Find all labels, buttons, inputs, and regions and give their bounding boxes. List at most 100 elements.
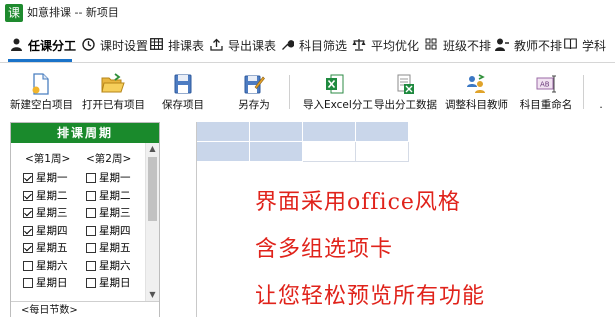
balance-icon — [352, 38, 366, 52]
day-checkbox[interactable]: 星期四 — [23, 224, 68, 238]
export-assignment-label: 导出分工数据 — [374, 99, 437, 111]
tab-average-optimize[interactable]: 平均优化 — [352, 33, 419, 57]
tab-export-timetable[interactable]: 导出课表 — [209, 33, 276, 57]
promo-line-3: 让您轻松预览所有功能 — [255, 284, 486, 309]
day-checkbox[interactable]: 星期五 — [86, 241, 131, 255]
day-checkbox[interactable]: 星期五 — [23, 241, 68, 255]
checkbox-unchecked-icon[interactable] — [86, 260, 96, 271]
new-blank-project-button[interactable]: 新建空白项目 — [10, 73, 73, 112]
day-checkbox[interactable]: 星期六 — [23, 259, 68, 273]
day-label: 星期二 — [36, 189, 68, 202]
checkbox-unchecked-icon[interactable] — [23, 260, 33, 271]
checkbox-unchecked-icon[interactable] — [86, 225, 96, 236]
grid-cell[interactable] — [356, 142, 409, 162]
rename-subject-button[interactable]: AB 科目重命名 — [519, 73, 573, 112]
day-checkbox[interactable]: 星期六 — [86, 259, 131, 273]
tab-subject[interactable]: 学科 — [563, 33, 606, 57]
ribbon-toolbar: 新建空白项目 打开已有项目 保存项目 另存为 导入Excel分工 导出分工数据 … — [0, 63, 615, 117]
rename-subject-label: 科目重命名 — [519, 99, 573, 111]
tab-label: 科目筛选 — [299, 38, 348, 53]
checkbox-checked-icon[interactable] — [23, 243, 33, 253]
main-content-area: 界面采用office风格 含多组选项卡 让您轻松预览所有功能 — [196, 122, 615, 317]
day-checkbox[interactable]: 星期一 — [23, 171, 68, 185]
save-as-label: 另存为 — [238, 99, 270, 111]
window-title: 如意排课 -- 新项目 — [27, 6, 119, 19]
new-blank-project-label: 新建空白项目 — [10, 99, 73, 111]
week1-heading: <第1周> — [25, 153, 71, 165]
checkbox-checked-icon[interactable] — [23, 190, 33, 201]
import-excel-button[interactable]: 导入Excel分工 — [303, 73, 373, 112]
toolbar-separator — [289, 75, 290, 109]
excel-icon — [326, 74, 344, 94]
checkbox-unchecked-icon[interactable] — [86, 278, 96, 288]
wrench-icon — [280, 38, 295, 52]
day-label: 星期二 — [99, 189, 131, 202]
import-excel-label: 导入Excel分工 — [303, 99, 373, 111]
grid-cell[interactable] — [250, 142, 303, 162]
day-checkbox[interactable]: 星期日 — [86, 276, 131, 290]
grid-cell[interactable] — [356, 122, 409, 142]
grid-cell[interactable] — [197, 142, 250, 162]
save-as-button[interactable]: 另存为 — [237, 73, 271, 112]
grid-cell[interactable] — [303, 122, 356, 142]
checkbox-unchecked-icon[interactable] — [86, 173, 96, 183]
day-label: 星期三 — [36, 207, 68, 219]
checkbox-unchecked-icon[interactable] — [86, 243, 96, 253]
tab-teaching-assignment[interactable]: 任课分工 — [9, 33, 76, 57]
checkbox-checked-icon[interactable] — [23, 225, 33, 236]
export-assignment-button[interactable]: 导出分工数据 — [374, 73, 437, 112]
grid-cell[interactable] — [303, 142, 356, 162]
tab-subject-filter[interactable]: 科目筛选 — [280, 33, 347, 57]
tab-period-settings[interactable]: 课时设置 — [81, 33, 148, 57]
checkbox-unchecked-icon[interactable] — [86, 208, 96, 218]
export-excel-icon — [397, 74, 414, 94]
day-label: 星期六 — [36, 259, 68, 272]
toolbar-more[interactable]: . — [596, 99, 606, 111]
open-project-button[interactable]: 打开已有项目 — [82, 73, 145, 112]
day-label: 星期五 — [99, 242, 131, 254]
tab-class-exclude[interactable]: 班级不排 — [424, 33, 491, 57]
day-checkbox[interactable]: 星期四 — [86, 224, 131, 238]
checkbox-unchecked-icon[interactable] — [23, 278, 33, 288]
promo-line-1: 界面采用office风格 — [255, 190, 461, 215]
tab-label: 学科 — [582, 38, 607, 53]
save-disk-icon — [174, 74, 192, 94]
day-checkbox[interactable]: 星期二 — [86, 189, 131, 203]
save-project-button[interactable]: 保存项目 — [160, 73, 206, 112]
day-checkbox[interactable]: 星期三 — [23, 206, 68, 220]
day-label: 星期一 — [99, 172, 131, 184]
checkbox-checked-icon[interactable] — [23, 208, 33, 218]
day-checkbox[interactable]: 星期日 — [23, 276, 68, 290]
week2-heading: <第2周> — [86, 153, 132, 165]
person-icon — [9, 38, 23, 52]
book-icon — [563, 38, 577, 52]
tab-label: 任课分工 — [28, 38, 77, 53]
tab-timetable[interactable]: 排课表 — [149, 33, 204, 57]
panel-scrollbar[interactable]: ▲ ▼ — [145, 143, 159, 301]
grid-cell[interactable] — [197, 122, 250, 142]
save-as-icon — [244, 75, 265, 94]
day-label: 星期四 — [36, 224, 68, 237]
schedule-cycle-panel: 排课周期 <第1周> <第2周> 星期一星期二星期三星期四星期五星期六星期日 星… — [10, 122, 160, 317]
adjust-teacher-button[interactable]: 调整科目教师 — [445, 73, 508, 112]
scroll-thumb[interactable] — [148, 157, 157, 221]
checkbox-unchecked-icon[interactable] — [86, 190, 96, 201]
day-checkbox[interactable]: 星期二 — [23, 189, 68, 203]
scroll-down-arrow-icon[interactable]: ▼ — [146, 289, 159, 301]
schedule-cycle-header: 排课周期 — [11, 123, 159, 143]
day-checkbox[interactable]: 星期一 — [86, 171, 131, 185]
day-label: 星期四 — [99, 224, 131, 237]
day-label: 星期一 — [36, 172, 68, 184]
export-icon — [209, 38, 223, 52]
ribbon-tab-bar: 任课分工 课时设置 排课表 导出课表 科目筛选 平均优化 班级不排 教师不排 学… — [0, 26, 615, 63]
day-label: 星期日 — [36, 277, 68, 289]
adjust-teacher-label: 调整科目教师 — [445, 99, 508, 111]
day-checkbox[interactable]: 星期三 — [86, 206, 131, 220]
day-label: 星期六 — [99, 259, 131, 272]
checkbox-checked-icon[interactable] — [23, 173, 33, 183]
day-label: 星期三 — [99, 207, 131, 219]
scroll-up-arrow-icon[interactable]: ▲ — [146, 143, 159, 155]
open-project-label: 打开已有项目 — [82, 99, 145, 111]
grid-cell[interactable] — [250, 122, 303, 142]
tab-teacher-exclude[interactable]: 教师不排 — [495, 33, 562, 57]
